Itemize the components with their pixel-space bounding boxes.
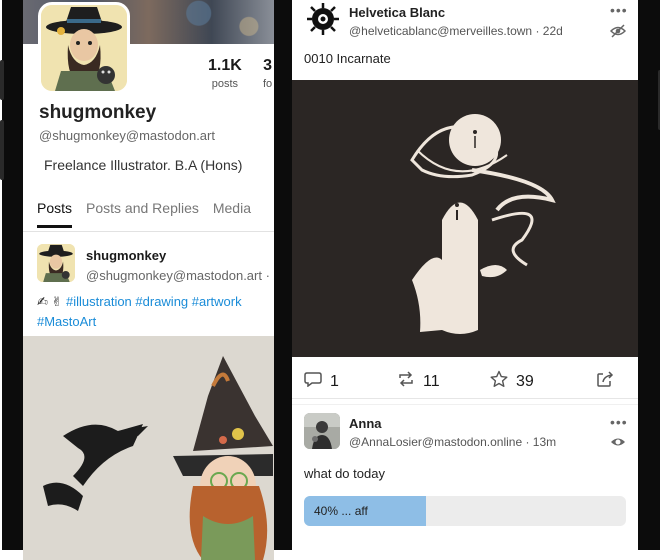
star-icon [490,370,508,393]
poll-option-label: 40% ... aff [314,504,368,518]
phone-side-button [0,120,4,180]
post-author-name[interactable]: shugmonkey [86,248,166,263]
post-author-handle: @shugmonkey@mastodon.art · [86,268,270,283]
reply-icon [304,371,322,392]
more-icon[interactable]: ••• [610,2,628,18]
tab-posts[interactable]: Posts [37,200,73,228]
posts-count-value: 1.1K [208,57,242,74]
share-icon [596,370,614,393]
divider [292,404,638,405]
post-author-handle: @AnnaLosier@mastodon.online · 13m [349,435,557,449]
post-text: 0010 Incarnate [304,51,391,66]
post-text: what do today [304,466,385,481]
boost-count: 11 [423,372,440,390]
profile-avatar[interactable] [38,2,130,94]
post-avatar[interactable] [37,244,75,282]
phone-side-button [0,60,4,100]
profile-screen: 1.1K posts 3 fo shugmonkey @shugmonkey@m… [23,0,274,560]
following-count-label: fo [263,78,273,90]
post-media-image[interactable] [292,80,638,357]
post-author-name[interactable]: Helvetica Blanc [349,5,445,20]
left-phone: 1.1K posts 3 fo shugmonkey @shugmonkey@m… [0,0,284,560]
feed-screen: Helvetica Blanc @helveticablanc@merveill… [292,0,638,560]
favourite-count: 39 [516,372,534,390]
favourite-button[interactable]: 39 [490,370,534,393]
reply-button[interactable]: 1 [304,371,339,392]
boost-button[interactable]: 11 [397,371,440,392]
profile-tabs: Posts Posts and Replies Media [37,200,251,228]
post-author-name[interactable]: Anna [349,416,382,431]
post-author-handle: @helveticablanc@merveilles.town · 22d [349,24,563,38]
post-content: ✍ ✌ #illustration #drawing #artwork #Mas… [37,292,274,332]
reply-count: 1 [330,372,339,390]
eye-off-icon[interactable] [609,24,627,43]
divider [23,231,274,232]
profile-handle: @shugmonkey@mastodon.art [39,128,215,143]
tab-media[interactable]: Media [213,200,251,216]
hashtag-mastoart[interactable]: #MastoArt [37,314,96,329]
boost-icon [397,371,415,392]
helvetica-blanc-avatar[interactable] [306,2,340,36]
posts-count-label: posts [211,78,239,90]
post-emoji: ✍ ✌ [37,294,63,309]
more-icon[interactable]: ••• [610,414,628,430]
posts-count[interactable]: 1.1K posts [208,57,242,90]
anna-avatar[interactable] [304,413,340,449]
profile-display-name: shugmonkey [39,102,157,123]
eye-icon[interactable] [610,435,626,453]
following-count-value: 3 [263,57,273,74]
profile-bio: Freelance Illustrator. B.A (Hons) [44,157,243,173]
share-button[interactable] [596,370,614,393]
divider [292,398,638,399]
right-phone: Helvetica Blanc @helveticablanc@merveill… [282,0,660,560]
hashtag-links[interactable]: #illustration #drawing #artwork [66,294,242,309]
following-count[interactable]: 3 fo [263,57,272,90]
poll-option[interactable]: 40% ... aff [304,496,626,526]
tab-posts-and-replies[interactable]: Posts and Replies [86,200,199,216]
post-media-illustration[interactable] [23,336,274,560]
